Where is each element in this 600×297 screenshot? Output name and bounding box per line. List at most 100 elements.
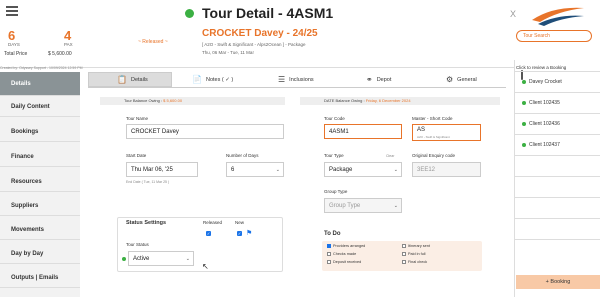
chevron-down-icon: ⌄	[393, 203, 398, 209]
sidebar-item-details[interactable]: Details	[0, 72, 80, 96]
todo-item-label: Checks made	[333, 252, 357, 256]
list-icon: ☰	[278, 75, 286, 84]
sidebar-item-finance[interactable]: Finance	[0, 147, 80, 167]
tour-balance-label: Tour Balance Owing :	[124, 98, 163, 103]
todo-item-deposit-received[interactable]: Deposit received	[327, 260, 361, 264]
sidebar-item-bookings[interactable]: Bookings	[0, 122, 80, 142]
empty-booking-row	[514, 239, 600, 260]
add-booking-label: Booking	[550, 279, 571, 285]
todo-item-paid-in-full[interactable]: Paid in full	[402, 252, 426, 256]
sidebar-item-suppliers[interactable]: Suppliers	[0, 196, 80, 216]
review-booking-hint: Click to review a Booking	[516, 65, 567, 70]
chevron-down-icon: ⌄	[393, 167, 398, 173]
client-row[interactable]: Client 102437	[514, 134, 600, 155]
group-type-select[interactable]: Group Type ⌄	[324, 198, 402, 213]
tour-name-input[interactable]: CROCKET Davey	[126, 124, 284, 139]
created-by-info: Created by: Odyssey Support - 10/09/2024…	[0, 66, 83, 70]
tag-icon: ⚭	[366, 75, 373, 84]
start-date-label: Start Date	[126, 153, 147, 158]
tab-notes[interactable]: 📄 Notes ( ✓ )	[178, 72, 258, 87]
tab-depot[interactable]: ⚭ Depot	[360, 72, 420, 87]
tour-balance-owing: Tour Balance Owing : $ 5,600.00	[100, 97, 285, 105]
todo-item-label: Providers arranged	[333, 244, 366, 248]
pax-label: PAX	[64, 42, 73, 47]
tour-balance-value: $ 5,600.00	[163, 98, 183, 103]
tour-code-input[interactable]: 4ASM1	[324, 124, 402, 139]
start-date-input[interactable]: Thu Mar 06, '25	[126, 162, 198, 177]
end-date-text: End Date ( Tue, 11 Mar 25 )	[126, 180, 170, 184]
todo-item-final-check[interactable]: Final check	[402, 260, 427, 264]
orig-enquiry-label: Original Enquiry code	[412, 153, 456, 158]
tour-status-label: Tour Status	[126, 242, 149, 247]
tab-inclusions[interactable]: ☰ Inclusions	[270, 72, 340, 87]
checkbox[interactable]	[402, 260, 406, 264]
master-code-label: Master - Short Code	[412, 116, 453, 121]
todo-item-providers-arranged[interactable]: Providers arranged	[327, 244, 365, 248]
orig-enquiry-input: 3EE12	[412, 162, 481, 177]
master-code-value: AS	[417, 127, 426, 133]
master-code-input[interactable]: AS A2O - Swift & Significant	[412, 124, 481, 141]
checkbox[interactable]	[402, 244, 406, 248]
num-days-label: Number of Days	[226, 153, 259, 158]
released-label: Released	[203, 220, 223, 225]
client-row[interactable]: Davey Crocket	[514, 71, 600, 92]
company-logo	[532, 7, 584, 26]
tab-label: Notes ( ✓ )	[205, 76, 234, 83]
todo-item-label: Deposit received	[333, 260, 362, 264]
todo-item-checks-made[interactable]: Checks made	[327, 252, 356, 256]
client-name: Client 102436	[529, 121, 560, 127]
released-checkbox[interactable]: ✓	[206, 231, 211, 236]
tour-status-select[interactable]: Active ⌄	[128, 251, 194, 266]
date-balance-owing: DATE Balance Owing : Friday, 6 December …	[300, 97, 500, 105]
todo-item-label: Itinerary sent	[408, 244, 430, 248]
tour-name-label: Tour Name	[126, 116, 149, 121]
page-title: Tour Detail - 4ASM1	[202, 5, 334, 21]
client-row[interactable]: Client 102436	[514, 113, 600, 134]
tour-dates: Thu, 06 Mar - Tue, 11 Mar	[202, 50, 254, 55]
sidebar-item-movements[interactable]: Movements	[0, 220, 80, 240]
master-code-subtitle: A2O - Swift & Significant	[417, 135, 450, 139]
checkbox[interactable]	[327, 244, 331, 248]
menu-icon[interactable]	[6, 6, 18, 16]
days-label: DAYS	[8, 42, 20, 47]
todo-item-itinerary-sent[interactable]: Itinerary sent	[402, 244, 430, 248]
sidebar: Details Daily Content Bookings Finance R…	[0, 72, 80, 297]
days-count: 6	[8, 28, 16, 43]
empty-booking-row	[514, 197, 600, 218]
tab-details[interactable]: 📋 Details	[88, 72, 172, 87]
clipboard-icon: 📋	[117, 75, 127, 84]
new-checkbox[interactable]: ✓	[237, 231, 242, 236]
date-balance-value: Friday, 6 December 2024	[365, 98, 411, 103]
checkbox[interactable]	[327, 260, 331, 264]
checkbox[interactable]	[327, 252, 331, 256]
mouse-cursor-icon: ↖	[202, 262, 209, 271]
client-name: Davey Crocket	[529, 79, 562, 85]
release-status: ~ Released ~	[138, 39, 168, 45]
num-days-value: 6	[231, 167, 235, 173]
tab-label: Depot	[376, 76, 392, 83]
flag-icon[interactable]: ⚑	[246, 229, 252, 237]
num-days-select[interactable]: 6 ⌄	[226, 162, 284, 177]
status-dot	[522, 80, 526, 84]
add-booking-button[interactable]: + Booking	[516, 275, 600, 289]
todo-title: To Do	[324, 231, 341, 237]
sidebar-item-resources[interactable]: Resources	[0, 172, 80, 192]
plus-icon: +	[545, 279, 549, 285]
chevron-down-icon: ⌄	[275, 167, 280, 173]
todo-item-label: Paid in full	[408, 252, 426, 256]
close-icon[interactable]: X	[510, 9, 516, 19]
chevron-down-icon: ⌄	[185, 256, 190, 262]
sidebar-item-daily-content[interactable]: Daily Content	[0, 97, 80, 117]
new-label: New	[235, 220, 245, 225]
client-row[interactable]: Client 102435	[514, 92, 600, 113]
empty-booking-row	[514, 176, 600, 197]
sidebar-item-outputs-emails[interactable]: Outputs | Emails	[0, 268, 80, 288]
client-name: Client 102437	[529, 142, 560, 148]
checkbox[interactable]	[402, 252, 406, 256]
tour-type-clear[interactable]: Clear	[386, 154, 394, 158]
tour-type-select[interactable]: Package ⌄	[324, 162, 402, 177]
sidebar-item-day-by-day[interactable]: Day by Day	[0, 244, 80, 264]
tab-general[interactable]: ⚙ General	[440, 72, 506, 87]
status-indicator	[185, 9, 194, 18]
tour-search-button[interactable]: Tour Search	[516, 30, 592, 42]
